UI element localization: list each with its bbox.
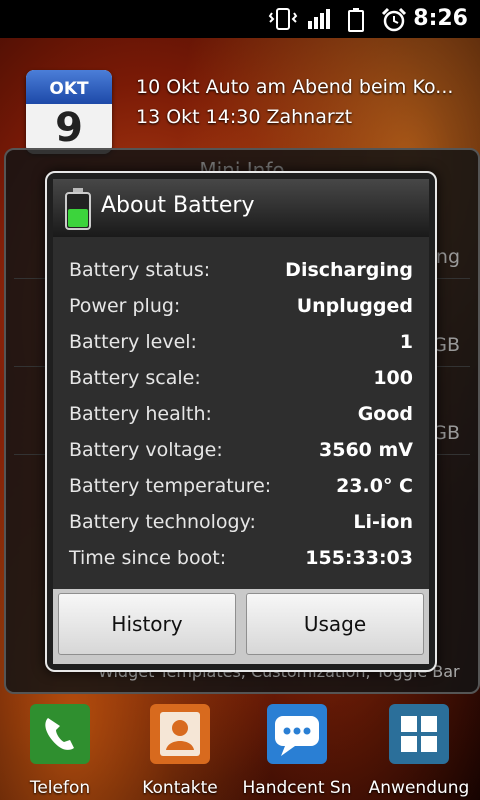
- apps-icon: [389, 704, 449, 764]
- clock-time: 8:26: [413, 6, 468, 31]
- dialog-button-bar: History Usage: [53, 589, 429, 664]
- battery-icon: [346, 7, 366, 37]
- info-row: Battery health: Good: [69, 397, 413, 433]
- info-value: 155:33:03: [305, 547, 413, 569]
- dock-kontakte[interactable]: Kontakte: [125, 704, 235, 798]
- dock-label: Telefon: [29, 778, 91, 798]
- calendar-events[interactable]: 10 Okt Auto am Abend beim Ko... 13 Okt 1…: [136, 72, 476, 132]
- info-row: Battery status: Discharging: [69, 253, 413, 289]
- info-label: Battery voltage:: [69, 439, 223, 461]
- info-row: Power plug: Unplugged: [69, 289, 413, 325]
- info-label: Battery level:: [69, 331, 197, 353]
- usage-button[interactable]: Usage: [246, 593, 424, 655]
- info-value: 3560 mV: [319, 439, 413, 461]
- dock-anwendung[interactable]: Anwendung: [364, 704, 474, 798]
- contacts-icon: [150, 704, 210, 764]
- info-value: Unplugged: [296, 295, 413, 317]
- info-row: Battery scale: 100: [69, 361, 413, 397]
- info-label: Time since boot:: [69, 547, 227, 569]
- vibrate-icon: [268, 7, 298, 35]
- sms-icon: [267, 704, 327, 764]
- info-label: Power plug:: [69, 295, 181, 317]
- dialog-title: About Battery: [101, 193, 255, 218]
- info-value: 100: [373, 367, 413, 389]
- info-value: Li-ion: [353, 511, 413, 533]
- info-row: Battery temperature: 23.0° C: [69, 469, 413, 505]
- dock-label: Handcent Sn: [242, 778, 352, 798]
- calendar-month: OKT: [26, 70, 112, 104]
- dock-telefon[interactable]: Telefon: [5, 704, 115, 798]
- info-row: Battery technology: Li-ion: [69, 505, 413, 541]
- info-row: Battery voltage: 3560 mV: [69, 433, 413, 469]
- dialog-body: Battery status: Discharging Power plug: …: [53, 237, 429, 589]
- alarm-icon: [380, 7, 408, 37]
- info-label: Battery temperature:: [69, 475, 272, 497]
- dock-handcent[interactable]: Handcent Sn: [242, 704, 352, 798]
- dock-label: Kontakte: [142, 778, 218, 798]
- info-row: Battery level: 1: [69, 325, 413, 361]
- calendar-event: 13 Okt 14:30 Zahnarzt: [136, 106, 353, 128]
- battery-icon: [63, 187, 93, 235]
- dialog-header: About Battery: [53, 179, 429, 237]
- info-label: Battery scale:: [69, 367, 201, 389]
- info-row: Time since boot: 155:33:03: [69, 541, 413, 577]
- info-value: 23.0° C: [336, 475, 413, 497]
- calendar-event: 10 Okt Auto am Abend beim Ko...: [136, 76, 454, 98]
- status-bar: 8:26: [0, 0, 480, 38]
- info-label: Battery technology:: [69, 511, 256, 533]
- about-battery-dialog: About Battery Battery status: Dischargin…: [45, 171, 437, 672]
- info-value: Good: [357, 403, 413, 425]
- calendar-widget-icon[interactable]: OKT 9: [26, 70, 112, 154]
- dock-label: Anwendung: [368, 778, 470, 798]
- history-button[interactable]: History: [58, 593, 236, 655]
- calendar-day: 9: [55, 105, 83, 151]
- info-label: Battery status:: [69, 259, 211, 281]
- info-value: 1: [399, 331, 413, 353]
- phone-icon: [30, 704, 90, 764]
- info-value: Discharging: [285, 259, 413, 281]
- signal-icon: [306, 7, 332, 35]
- info-label: Battery health:: [69, 403, 212, 425]
